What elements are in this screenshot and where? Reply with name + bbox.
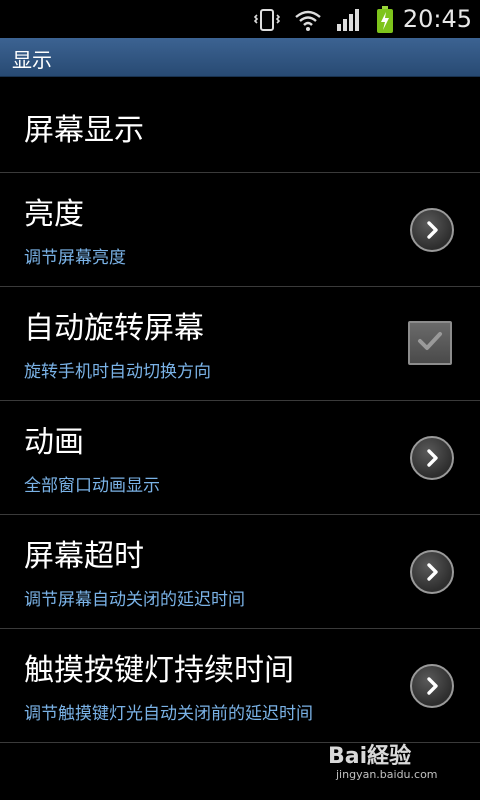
battery-charging-icon bbox=[376, 6, 394, 38]
setting-auto-rotate[interactable]: 自动旋转屏幕 旋转手机时自动切换方向 bbox=[0, 287, 480, 401]
setting-subtitle: 调节屏幕自动关闭的延迟时间 bbox=[24, 590, 245, 610]
section-header: 屏幕显示 bbox=[0, 77, 480, 173]
setting-animation[interactable]: 动画 全部窗口动画显示 bbox=[0, 401, 480, 515]
section-header-label: 屏幕显示 bbox=[24, 113, 144, 148]
watermark-brand: Bai経验 bbox=[328, 744, 412, 769]
setting-title: 亮度 bbox=[24, 197, 84, 232]
signal-icon bbox=[336, 8, 362, 36]
baidu-jingyan-watermark: Bai経验 jingyan.baidu.com bbox=[328, 738, 458, 786]
chevron-right-icon[interactable] bbox=[410, 664, 454, 708]
page-title: 显示 bbox=[12, 48, 52, 72]
status-bar: 20:45 bbox=[0, 0, 480, 38]
chevron-right-icon[interactable] bbox=[410, 550, 454, 594]
chevron-right-icon[interactable] bbox=[410, 436, 454, 480]
chevron-right-icon[interactable] bbox=[410, 208, 454, 252]
setting-title: 自动旋转屏幕 bbox=[24, 311, 204, 346]
vibrate-icon bbox=[253, 7, 281, 37]
setting-subtitle: 旋转手机时自动切换方向 bbox=[24, 362, 211, 382]
setting-subtitle: 全部窗口动画显示 bbox=[24, 476, 160, 496]
setting-subtitle: 调节触摸键灯光自动关闭前的延迟时间 bbox=[24, 704, 313, 724]
status-time: 20:45 bbox=[402, 5, 472, 33]
setting-touch-key-light[interactable]: 触摸按键灯持续时间 调节触摸键灯光自动关闭前的延迟时间 bbox=[0, 629, 480, 743]
setting-title: 触摸按键灯持续时间 bbox=[24, 653, 294, 688]
title-bar: 显示 bbox=[0, 38, 480, 77]
setting-subtitle: 调节屏幕亮度 bbox=[24, 248, 126, 268]
check-icon bbox=[417, 330, 443, 356]
setting-title: 屏幕超时 bbox=[24, 539, 144, 574]
watermark-url: jingyan.baidu.com bbox=[336, 768, 438, 781]
status-icons bbox=[253, 6, 394, 38]
settings-list: 屏幕显示 亮度 调节屏幕亮度 自动旋转屏幕 旋转手机时自动切换方向 动画 全部窗… bbox=[0, 77, 480, 743]
setting-brightness[interactable]: 亮度 调节屏幕亮度 bbox=[0, 173, 480, 287]
auto-rotate-checkbox[interactable] bbox=[408, 321, 452, 365]
setting-screen-timeout[interactable]: 屏幕超时 调节屏幕自动关闭的延迟时间 bbox=[0, 515, 480, 629]
wifi-icon bbox=[294, 8, 322, 36]
setting-title: 动画 bbox=[24, 425, 84, 460]
